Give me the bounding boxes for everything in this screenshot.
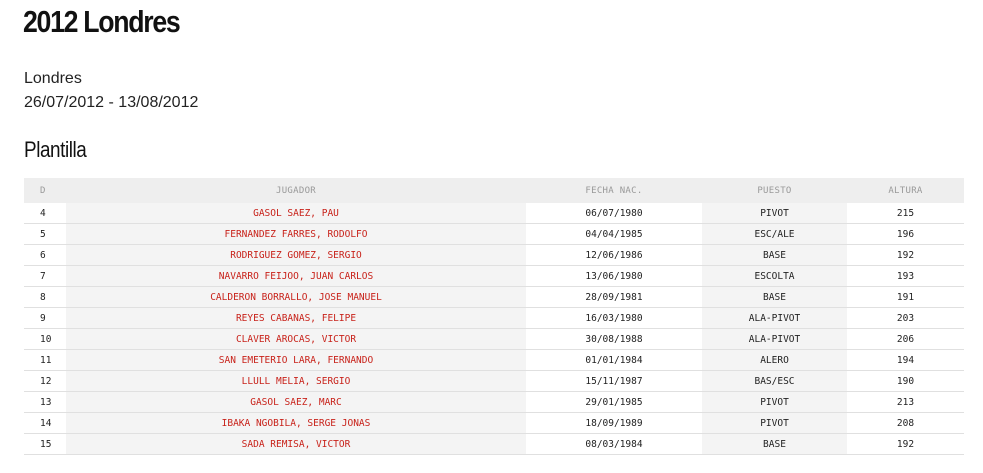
position-cell: ALA-PIVOT: [702, 328, 847, 350]
position-cell: BASE: [702, 433, 847, 455]
height-cell: 213: [847, 391, 964, 413]
height-cell: 194: [847, 349, 964, 371]
height-cell: 190: [847, 370, 964, 392]
table-row: 7 NAVARRO FEIJOO, JUAN CARLOS 13/06/1980…: [24, 265, 964, 287]
column-header-puesto[interactable]: PUESTO: [702, 178, 847, 203]
height-cell: 192: [847, 433, 964, 455]
column-header-fecha-nac[interactable]: FECHA NAC.: [526, 178, 702, 203]
birthdate-cell: 15/11/1987: [526, 370, 702, 392]
table-row: 8 CALDERON BORRALLO, JOSE MANUEL 28/09/1…: [24, 286, 964, 308]
table-row: 6 RODRIGUEZ GOMEZ, SERGIO 12/06/1986 BAS…: [24, 244, 964, 266]
table-row: 10 CLAVER AROCAS, VICTOR 30/08/1988 ALA-…: [24, 328, 964, 350]
table-row: 4 GASOL SAEZ, PAU 06/07/1980 PIVOT 215: [24, 203, 964, 224]
height-cell: 206: [847, 328, 964, 350]
dorsal-cell: 7: [24, 265, 66, 287]
column-header-altura[interactable]: ALTURA: [847, 178, 964, 203]
position-cell: PIVOT: [702, 203, 847, 224]
player-link[interactable]: NAVARRO FEIJOO, JUAN CARLOS: [66, 265, 526, 287]
roster-table: D JUGADOR FECHA NAC. PUESTO ALTURA 4 GAS…: [24, 178, 964, 455]
height-cell: 192: [847, 244, 964, 266]
player-link[interactable]: CLAVER AROCAS, VICTOR: [66, 328, 526, 350]
birthdate-cell: 28/09/1981: [526, 286, 702, 308]
player-link[interactable]: GASOL SAEZ, MARC: [66, 391, 526, 413]
birthdate-cell: 13/06/1980: [526, 265, 702, 287]
birthdate-cell: 01/01/1984: [526, 349, 702, 371]
position-cell: BAS/ESC: [702, 370, 847, 392]
column-header-dorsal[interactable]: D: [24, 178, 66, 203]
height-cell: 191: [847, 286, 964, 308]
table-row: 11 SAN EMETERIO LARA, FERNANDO 01/01/198…: [24, 349, 964, 371]
position-cell: ESCOLTA: [702, 265, 847, 287]
player-link[interactable]: CALDERON BORRALLO, JOSE MANUEL: [66, 286, 526, 308]
dorsal-cell: 5: [24, 223, 66, 245]
table-row: 15 SADA REMISA, VICTOR 08/03/1984 BASE 1…: [24, 433, 964, 455]
birthdate-cell: 16/03/1980: [526, 307, 702, 329]
dorsal-cell: 4: [24, 203, 66, 224]
birthdate-cell: 29/01/1985: [526, 391, 702, 413]
player-link[interactable]: LLULL MELIA, SERGIO: [66, 370, 526, 392]
table-row: 9 REYES CABANAS, FELIPE 16/03/1980 ALA-P…: [24, 307, 964, 329]
player-link[interactable]: FERNANDEZ FARRES, RODOLFO: [66, 223, 526, 245]
dorsal-cell: 15: [24, 433, 66, 455]
player-link[interactable]: RODRIGUEZ GOMEZ, SERGIO: [66, 244, 526, 266]
height-cell: 196: [847, 223, 964, 245]
dorsal-cell: 6: [24, 244, 66, 266]
birthdate-cell: 30/08/1988: [526, 328, 702, 350]
table-row: 14 IBAKA NGOBILA, SERGE JONAS 18/09/1989…: [24, 412, 964, 434]
dorsal-cell: 8: [24, 286, 66, 308]
table-row: 12 LLULL MELIA, SERGIO 15/11/1987 BAS/ES…: [24, 370, 964, 392]
birthdate-cell: 04/04/1985: [526, 223, 702, 245]
player-link[interactable]: SAN EMETERIO LARA, FERNANDO: [66, 349, 526, 371]
column-header-jugador[interactable]: JUGADOR: [66, 178, 526, 203]
dorsal-cell: 10: [24, 328, 66, 350]
table-row: 5 FERNANDEZ FARRES, RODOLFO 04/04/1985 E…: [24, 223, 964, 245]
player-link[interactable]: GASOL SAEZ, PAU: [66, 203, 526, 224]
birthdate-cell: 06/07/1980: [526, 203, 702, 224]
position-cell: PIVOT: [702, 412, 847, 434]
height-cell: 203: [847, 307, 964, 329]
position-cell: PIVOT: [702, 391, 847, 413]
player-link[interactable]: IBAKA NGOBILA, SERGE JONAS: [66, 412, 526, 434]
position-cell: ALA-PIVOT: [702, 307, 847, 329]
height-cell: 208: [847, 412, 964, 434]
height-cell: 215: [847, 203, 964, 224]
page-title: 2012 Londres: [23, 4, 181, 39]
position-cell: ESC/ALE: [702, 223, 847, 245]
player-link[interactable]: REYES CABANAS, FELIPE: [66, 307, 526, 329]
height-cell: 193: [847, 265, 964, 287]
event-city: Londres: [24, 70, 82, 87]
event-dates: 26/07/2012 - 13/08/2012: [24, 94, 199, 111]
table-row: 13 GASOL SAEZ, MARC 29/01/1985 PIVOT 213: [24, 391, 964, 413]
section-title-plantilla: Plantilla: [24, 137, 87, 162]
birthdate-cell: 12/06/1986: [526, 244, 702, 266]
roster-header-row: D JUGADOR FECHA NAC. PUESTO ALTURA: [24, 178, 964, 203]
dorsal-cell: 13: [24, 391, 66, 413]
dorsal-cell: 11: [24, 349, 66, 371]
position-cell: ALERO: [702, 349, 847, 371]
birthdate-cell: 08/03/1984: [526, 433, 702, 455]
birthdate-cell: 18/09/1989: [526, 412, 702, 434]
dorsal-cell: 9: [24, 307, 66, 329]
dorsal-cell: 12: [24, 370, 66, 392]
position-cell: BASE: [702, 286, 847, 308]
position-cell: BASE: [702, 244, 847, 266]
player-link[interactable]: SADA REMISA, VICTOR: [66, 433, 526, 455]
dorsal-cell: 14: [24, 412, 66, 434]
